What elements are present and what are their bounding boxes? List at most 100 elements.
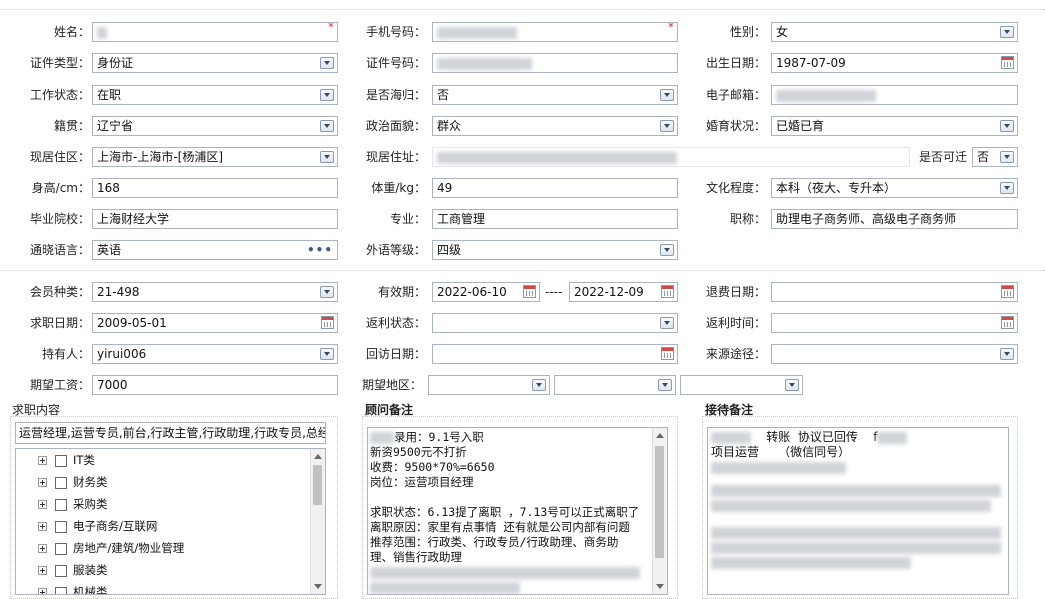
scroll-thumb[interactable] [313,465,322,505]
native-select[interactable]: 辽宁省 [92,116,338,136]
name-field[interactable] [92,22,338,42]
address-field[interactable] [432,147,910,167]
refund-date-field[interactable] [771,282,1018,302]
chevron-down-icon[interactable] [320,120,334,132]
reception-notes-textarea[interactable]: 转账 协议已回传 f 项目运营 （微信同号） [707,427,1009,595]
rebate-status-select[interactable] [432,313,678,333]
language-field[interactable]: 英语 ••• [92,240,338,260]
checkbox[interactable] [55,564,67,577]
area-city-select[interactable] [554,375,676,395]
checkbox[interactable] [55,498,67,511]
rebatetime-label: 返利时间： [705,316,766,330]
chevron-down-icon[interactable] [532,379,546,391]
weight-field[interactable]: 49 [432,178,678,198]
tree-item-finance[interactable]: 财务类 [38,473,108,491]
political-select[interactable]: 群众 [432,116,678,136]
region-select[interactable]: 上海市-上海市-[杨浦区] [92,147,338,167]
marital-select[interactable]: 已婚已育 [771,116,1018,136]
rebate-time-field[interactable] [771,313,1018,333]
checkbox[interactable] [55,476,67,489]
tree-item-it[interactable]: IT类 [38,451,95,469]
chevron-down-icon[interactable] [658,379,672,391]
chevron-down-icon[interactable] [1000,120,1014,132]
chevron-down-icon[interactable] [660,120,674,132]
checkbox[interactable] [55,586,67,594]
chevron-down-icon[interactable] [660,89,674,101]
major-label: 专业： [389,212,426,226]
checkbox[interactable] [55,542,67,555]
area-province-select[interactable] [428,375,550,395]
tree-scrollbar[interactable] [310,449,325,594]
calendar-icon[interactable] [1001,56,1014,69]
chevron-down-icon[interactable] [320,57,334,69]
redacted [711,461,846,474]
expand-icon[interactable] [38,566,47,575]
scroll-thumb[interactable] [655,446,664,558]
education-select[interactable]: 本科（夜大、专升本） [771,178,1018,198]
chevron-down-icon[interactable] [1000,348,1014,360]
valid-from-field[interactable]: 2022-06-10 [432,282,540,302]
chevron-down-icon[interactable] [320,348,334,360]
chevron-down-icon[interactable] [320,151,334,163]
job-date-field[interactable]: 2009-05-01 [92,313,338,333]
job-selected-field[interactable]: 运营经理,运营专员,前台,行政主管,行政助理,行政专员,总经 [15,422,326,444]
height-field[interactable]: 168 [92,178,338,198]
gender-select[interactable]: 女 [771,22,1018,42]
chevron-down-icon[interactable] [320,286,334,298]
work-status-select[interactable]: 在职 [92,85,338,105]
member-type-select[interactable]: 21-498 [92,282,338,302]
langlevel-select[interactable]: 四级 [432,240,678,260]
valid-to-field[interactable]: 2022-12-09 [569,282,678,302]
tree-item-purchase[interactable]: 采购类 [38,495,108,513]
chevron-down-icon[interactable] [660,317,674,329]
expand-icon[interactable] [38,522,47,531]
school-field[interactable]: 上海财经大学 [92,209,338,229]
chevron-down-icon[interactable] [320,89,334,101]
expand-icon[interactable] [38,500,47,509]
scroll-up-icon[interactable] [656,433,664,438]
source-select[interactable] [771,344,1018,364]
email-field[interactable] [771,85,1018,105]
scroll-up-icon[interactable] [314,454,322,459]
scroll-down-icon[interactable] [656,584,664,589]
idnum-field[interactable] [432,53,678,73]
calendar-icon[interactable] [1001,316,1014,329]
phone-field[interactable] [432,22,678,42]
consultant-notes-textarea[interactable]: 录用：9.1号入职 新资9500元不打折 收费：9500*70%=6650 岗位：运营… [367,427,668,595]
tree-item-clothing[interactable]: 服装类 [38,561,108,579]
note-line [711,525,1005,540]
relocate-select[interactable]: 否 [972,147,1018,167]
area-district-select[interactable] [680,375,803,395]
calendar-icon[interactable] [523,285,536,298]
major-field[interactable]: 工商管理 [432,209,678,229]
notes-scrollbar[interactable] [652,428,667,594]
salary-field[interactable]: 7000 [92,375,338,395]
holder-select[interactable]: yirui006 [92,344,338,364]
idtype-select[interactable]: 身份证 [92,53,338,73]
expand-icon[interactable] [38,456,47,465]
chevron-down-icon[interactable] [1000,182,1014,194]
expand-icon[interactable] [38,478,47,487]
scroll-down-icon[interactable] [314,584,322,589]
calendar-icon[interactable] [661,347,674,360]
chevron-down-icon[interactable] [785,379,799,391]
tree-item-realestate[interactable]: 房地产/建筑/物业管理 [38,539,184,557]
birth-date-field[interactable]: 1987-07-09 [771,53,1018,73]
chevron-down-icon[interactable] [660,244,674,256]
checkbox[interactable] [55,454,67,467]
expand-icon[interactable] [38,544,47,553]
overseas-select[interactable]: 否 [432,85,678,105]
checkbox[interactable] [55,520,67,533]
job-category-tree[interactable]: IT类 财务类 采购类 电子商务/互联网 房地产/建筑/物业管理 服装类 机械类 [15,448,326,595]
calendar-icon[interactable] [661,285,674,298]
calendar-icon[interactable] [1001,285,1014,298]
chevron-down-icon[interactable] [1000,151,1014,163]
calendar-icon[interactable] [321,316,334,329]
tree-item-ecommerce[interactable]: 电子商务/互联网 [38,517,157,535]
visit-date-field[interactable] [432,344,678,364]
chevron-down-icon[interactable] [1000,26,1014,38]
expand-icon[interactable] [38,588,47,594]
title-field[interactable]: 助理电子商务师、高级电子商务师 [771,209,1018,229]
tree-item-machinery[interactable]: 机械类 [38,583,108,594]
more-icon[interactable]: ••• [307,241,333,259]
